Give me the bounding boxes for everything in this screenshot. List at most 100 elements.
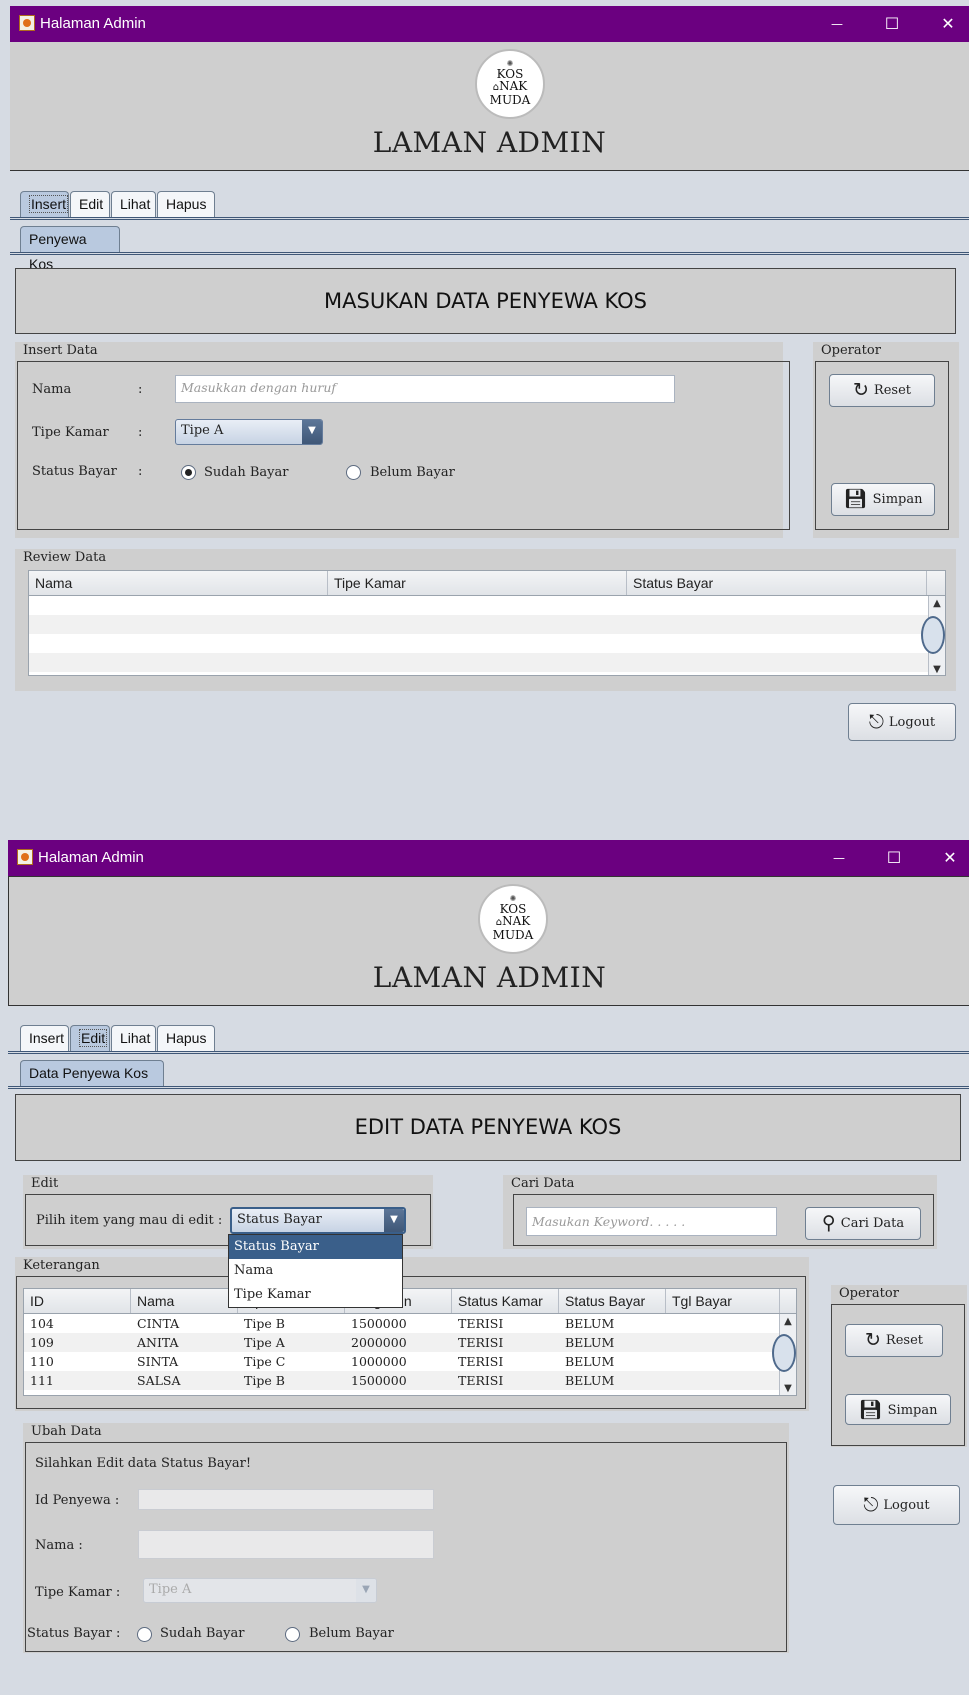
table-row[interactable]: [29, 596, 945, 615]
column-header[interactable]: Status Kamar: [452, 1289, 559, 1313]
radio-sudah-bayar-label[interactable]: Sudah Bayar: [204, 465, 288, 480]
title-bar[interactable]: Halaman Admin — ☐ ✕: [10, 6, 969, 42]
cell-status-kamar: TERISI: [458, 1373, 504, 1388]
cell-status-kamar: TERISI: [458, 1354, 504, 1369]
column-header[interactable]: Nama: [131, 1289, 238, 1313]
column-header[interactable]: ID: [24, 1289, 131, 1313]
logout-button[interactable]: ⎋ Logout: [848, 703, 956, 741]
table-row[interactable]: 104 CINTA Tipe B 1500000 TERISI BELUM: [24, 1314, 796, 1333]
minimize-icon[interactable]: —: [819, 842, 859, 874]
subtab-data-penyewa-kos[interactable]: Data Penyewa Kos: [20, 1060, 164, 1086]
cell-status-bayar: BELUM: [565, 1354, 615, 1369]
tab-lihat[interactable]: Lihat: [111, 1025, 156, 1051]
reset-button[interactable]: ↻ Reset: [829, 374, 935, 407]
tipe-kamar-select[interactable]: Tipe A ▼: [175, 419, 323, 445]
tab-insert[interactable]: Insert: [20, 1025, 69, 1051]
scroll-down-icon[interactable]: ▼: [780, 1383, 796, 1394]
title-bar[interactable]: Halaman Admin — ☐ ✕: [8, 840, 969, 876]
nama-input[interactable]: Masukkan dengan huruf: [175, 375, 675, 403]
dropdown-option[interactable]: Tipe Kamar: [229, 1283, 402, 1307]
edit-group-title: Edit: [31, 1176, 59, 1191]
scroll-up-icon[interactable]: ▲: [780, 1316, 796, 1327]
id-penyewa-input[interactable]: [138, 1489, 434, 1510]
review-scrollbar[interactable]: ▲ ▼: [921, 596, 945, 675]
cell-tipe: Tipe A: [244, 1335, 285, 1350]
operator-group: Operator ↻ Reset 💾︎ Simpan: [813, 342, 959, 538]
cell-tipe: Tipe C: [244, 1354, 286, 1369]
radio-sudah-bayar[interactable]: [137, 1627, 152, 1642]
table-row[interactable]: [29, 634, 945, 653]
simpan-button[interactable]: 💾︎ Simpan: [845, 1394, 951, 1425]
scroll-thumb[interactable]: [772, 1334, 796, 1372]
maximize-icon[interactable]: ☐: [872, 8, 912, 40]
column-header[interactable]: Status Bayar: [559, 1289, 666, 1313]
radio-sudah-bayar[interactable]: [181, 465, 196, 480]
nama-colon: :: [138, 382, 143, 397]
tipe-kamar-select[interactable]: Tipe A ▼: [143, 1578, 377, 1603]
search-input[interactable]: Masukan Keyword. . . . .: [526, 1207, 777, 1236]
ubah-hint: Silahkan Edit data Status Bayar!: [35, 1456, 252, 1471]
column-header[interactable]: Status Bayar: [627, 571, 927, 595]
table-row[interactable]: [29, 615, 945, 634]
table-row[interactable]: 111 SALSA Tipe B 1500000 TERISI BELUM: [24, 1371, 796, 1390]
radio-belum-bayar-label[interactable]: Belum Bayar: [370, 465, 455, 480]
tab-edit[interactable]: Edit: [70, 191, 110, 217]
subtab-divider: [10, 252, 969, 255]
save-icon: 💾︎: [858, 1399, 883, 1421]
scroll-thumb[interactable]: [921, 616, 945, 654]
chevron-down-icon[interactable]: ▼: [356, 1579, 376, 1602]
ubah-data-title: Ubah Data: [31, 1424, 102, 1439]
radio-belum-bayar[interactable]: [346, 465, 361, 480]
insert-data-box: Nama : Masukkan dengan huruf Tipe Kamar …: [17, 361, 790, 530]
table-scrollbar[interactable]: ▲ ▼: [772, 1314, 796, 1395]
id-penyewa-label: Id Penyewa :: [35, 1493, 120, 1508]
column-header[interactable]: Tgl Bayar: [666, 1289, 780, 1313]
chevron-down-icon[interactable]: ▼: [384, 1209, 404, 1232]
nama-input[interactable]: [138, 1530, 434, 1559]
review-data-title: Review Data: [23, 550, 107, 565]
reset-icon: ↻: [853, 379, 869, 401]
review-table[interactable]: Nama Tipe Kamar Status Bayar ▲ ▼: [28, 570, 946, 676]
dropdown-option[interactable]: Status Bayar: [229, 1235, 402, 1259]
subtab-penyewa-kos[interactable]: Penyewa Kos: [20, 226, 120, 272]
tab-hapus[interactable]: Hapus: [157, 191, 215, 217]
cari-data-button[interactable]: ⚲ Cari Data: [805, 1207, 921, 1240]
penyewa-table-header: ID Nama Tipe Harga/bln Status Kamar Stat…: [24, 1289, 796, 1314]
maximize-icon[interactable]: ☐: [874, 842, 914, 874]
edit-item-dropdown[interactable]: Status Bayar Nama Tipe Kamar: [228, 1234, 403, 1308]
minimize-icon[interactable]: —: [817, 8, 857, 40]
scroll-up-icon[interactable]: ▲: [929, 598, 945, 609]
ubah-data-box: Silahkan Edit data Status Bayar! Id Peny…: [25, 1442, 787, 1652]
table-row[interactable]: 109 ANITA Tipe A 2000000 TERISI BELUM: [24, 1333, 796, 1352]
chevron-down-icon[interactable]: ▼: [302, 420, 322, 444]
page-title: LAMAN ADMIN: [372, 126, 607, 159]
radio-belum-bayar[interactable]: [285, 1627, 300, 1642]
cell-id: 109: [30, 1335, 54, 1350]
java-app-icon: [19, 15, 35, 31]
radio-belum-bayar-label[interactable]: Belum Bayar: [309, 1626, 394, 1641]
edit-item-select[interactable]: Status Bayar ▼: [230, 1207, 406, 1234]
table-row[interactable]: [29, 653, 945, 672]
radio-sudah-bayar-label[interactable]: Sudah Bayar: [160, 1626, 244, 1641]
column-header[interactable]: Tipe Kamar: [328, 571, 627, 595]
reset-button[interactable]: ↻ Reset: [845, 1324, 943, 1357]
tab-insert[interactable]: Insert: [20, 191, 69, 217]
reset-icon: ↻: [865, 1329, 881, 1351]
penyewa-table[interactable]: ID Nama Tipe Harga/bln Status Kamar Stat…: [23, 1288, 797, 1396]
review-data-group: Review Data Nama Tipe Kamar Status Bayar…: [15, 549, 956, 691]
close-icon[interactable]: ✕: [928, 8, 968, 40]
tab-hapus[interactable]: Hapus: [157, 1025, 215, 1051]
close-icon[interactable]: ✕: [930, 842, 969, 874]
simpan-button[interactable]: 💾︎ Simpan: [831, 483, 935, 516]
tab-edit[interactable]: Edit: [70, 1025, 110, 1051]
pilih-item-label: Pilih item yang mau di edit :: [36, 1213, 223, 1228]
table-row[interactable]: 110 SINTA Tipe C 1000000 TERISI BELUM: [24, 1352, 796, 1371]
tipe-kamar-label: Tipe Kamar :: [35, 1585, 121, 1600]
column-header[interactable]: Nama: [29, 571, 328, 595]
logout-button[interactable]: ⎋ Logout: [833, 1485, 960, 1525]
nama-label: Nama: [32, 382, 72, 397]
review-table-header: Nama Tipe Kamar Status Bayar: [29, 571, 945, 596]
tab-lihat[interactable]: Lihat: [111, 191, 156, 217]
dropdown-option[interactable]: Nama: [229, 1259, 402, 1283]
scroll-down-icon[interactable]: ▼: [929, 664, 945, 675]
